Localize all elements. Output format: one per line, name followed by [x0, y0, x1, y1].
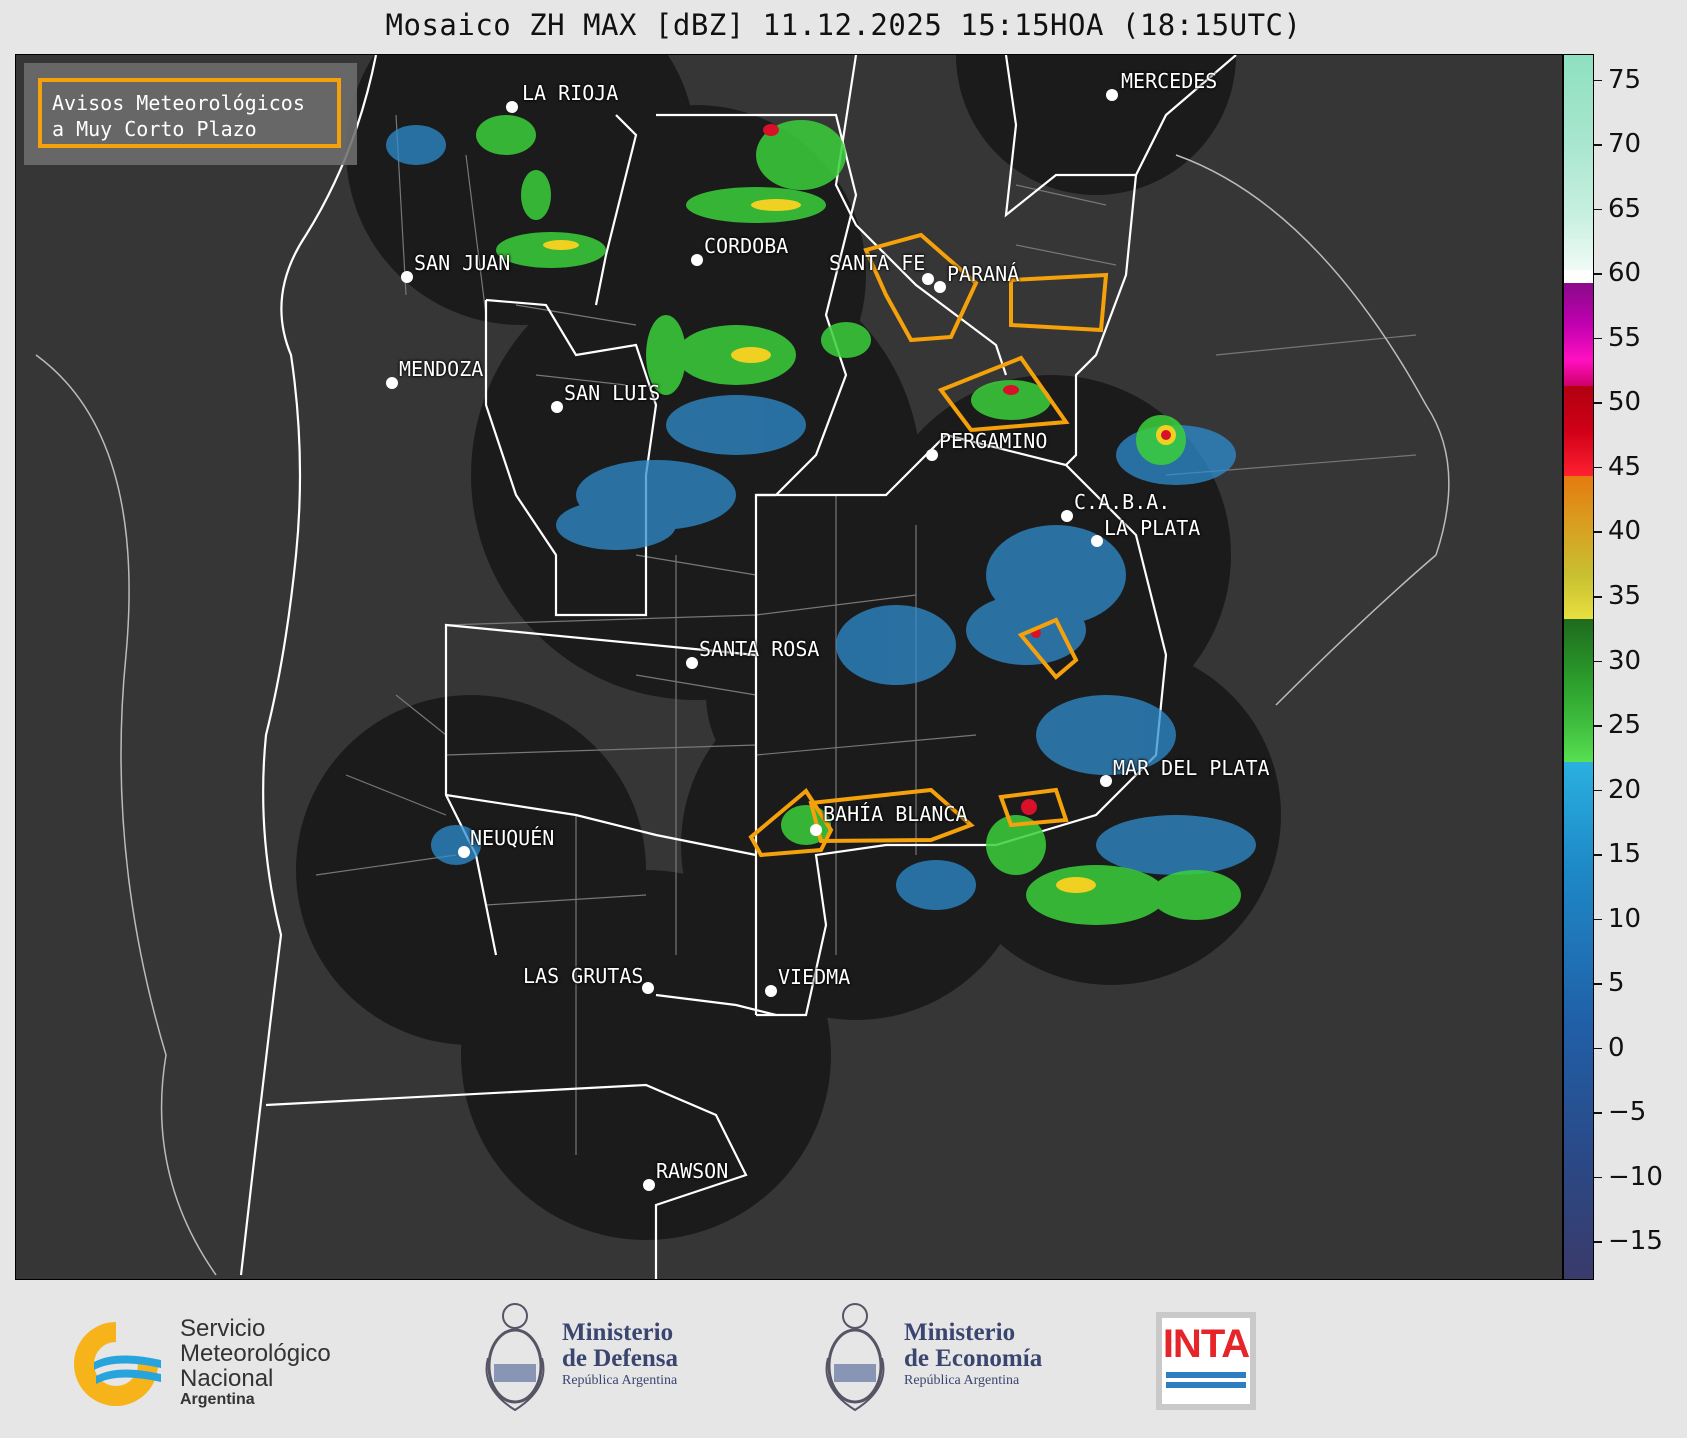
city-dot-santa-rosa	[686, 657, 698, 669]
colorbar-tick-label: 5	[1608, 968, 1625, 999]
city-label-neuquen: NEUQUÉN	[470, 826, 555, 850]
city-dot-cordoba	[691, 254, 703, 266]
city-dot-mendoza	[386, 377, 398, 389]
inta-text: INTA	[1162, 1322, 1250, 1366]
city-dot-caba	[1061, 510, 1073, 522]
defensa-line-2: de Defensa	[562, 1345, 678, 1372]
city-dot-las-grutas	[642, 982, 654, 994]
city-dot-rawson	[643, 1179, 655, 1191]
city-dot-neuquen	[458, 846, 470, 858]
colorbar-tick-label: 15	[1608, 839, 1642, 870]
city-label-caba: C.A.B.A.	[1074, 490, 1171, 514]
colorbar-tick-label: 45	[1608, 451, 1642, 482]
colorbar-ticks: 75 70 65 60 55 50 45 40 35 30 25 20 15 10 5 0 −5 −10 −15	[1594, 54, 1684, 1280]
colorbar-segment-50-60	[1564, 283, 1593, 386]
colorbar-tick-label: 0	[1608, 1032, 1625, 1063]
city-label-viedma: VIEDMA	[778, 965, 851, 989]
map-canvas	[35, 55, 1450, 1279]
city-label-mar-del-plata: MAR DEL PLATA	[1113, 756, 1270, 780]
city-dot-la-plata	[1091, 535, 1103, 547]
colorbar-tick-label: −10	[1608, 1161, 1663, 1192]
coat-of-arms-icon	[825, 1303, 885, 1412]
inta-stripe	[1166, 1382, 1246, 1388]
colorbar-tick-label: 40	[1608, 516, 1642, 547]
colorbar-tick-label: 55	[1608, 322, 1642, 353]
warning-legend: Avisos Meteorológicos a Muy Corto Plazo	[24, 63, 357, 165]
smn-line-4: Argentina	[180, 1391, 255, 1408]
smn-line-1: Servicio	[180, 1315, 266, 1342]
colorbar-tick-label: 75	[1608, 64, 1642, 95]
city-label-san-juan: SAN JUAN	[414, 251, 511, 275]
colorbar-segment-low	[1564, 762, 1593, 1279]
city-dot-parana	[934, 281, 946, 293]
dbz-colorbar	[1563, 54, 1594, 1280]
city-label-la-rioja: LA RIOJA	[522, 81, 619, 105]
city-label-san-luis: SAN LUIS	[564, 381, 661, 405]
smn-emblem-icon	[74, 1322, 161, 1406]
city-label-santa-fe: SANTA FE	[829, 251, 926, 275]
inta-stripe	[1166, 1372, 1246, 1378]
city-label-pergamino: PERGAMINO	[939, 429, 1048, 453]
colorbar-tick-label: 10	[1608, 903, 1642, 934]
city-label-mercedes: MERCEDES	[1121, 69, 1218, 93]
inta-logo-panel: INTA	[1162, 1318, 1250, 1404]
economia-logo: Ministerio de Economía República Argenti…	[820, 1298, 1080, 1418]
colorbar-tick-label: 50	[1608, 387, 1642, 418]
colorbar-tick-label: 65	[1608, 193, 1642, 224]
city-label-parana: PARANÁ	[947, 262, 1020, 286]
colorbar-tick-label: 35	[1608, 581, 1642, 612]
colorbar-segment-17-30	[1564, 619, 1593, 762]
smn-line-2: Meteorológico	[180, 1340, 331, 1367]
colorbar-tick-label: 20	[1608, 774, 1642, 805]
legend-line-1: Avisos Meteorológicos	[52, 91, 305, 115]
colorbar-tick-label: −5	[1608, 1097, 1647, 1128]
colorbar-tick-label: 25	[1608, 710, 1642, 741]
inta-logo: INTA	[1156, 1312, 1256, 1410]
defensa-logo: Ministerio de Defensa República Argentin…	[480, 1298, 720, 1418]
colorbar-tick-label: 70	[1608, 129, 1642, 160]
city-dot-viedma	[765, 985, 777, 997]
city-dot-mar-del-plata	[1100, 775, 1112, 787]
city-label-cordoba: CORDOBA	[704, 234, 789, 258]
city-dot-mercedes	[1106, 89, 1118, 101]
city-label-bahia-blanca: BAHÍA BLANCA	[823, 802, 968, 826]
colorbar-segment-60-77	[1564, 55, 1593, 270]
footer-logos: Servicio Meteorológico Nacional Argentin…	[0, 1280, 1687, 1438]
city-label-la-plata: LA PLATA	[1104, 516, 1201, 540]
city-label-las-grutas: LAS GRUTAS	[523, 964, 644, 988]
economia-line-2: de Economía	[904, 1345, 1043, 1372]
city-label-mendoza: MENDOZA	[399, 357, 484, 381]
coat-of-arms-icon	[485, 1303, 545, 1412]
economia-line-3: República Argentina	[904, 1373, 1020, 1388]
city-label-santa-rosa: SANTA ROSA	[699, 637, 820, 661]
colorbar-tick-label: 30	[1608, 645, 1642, 676]
city-dot-san-luis	[551, 401, 563, 413]
city-dot-pergamino	[926, 449, 938, 461]
colorbar-segment-white	[1564, 270, 1593, 283]
smn-line-3: Nacional	[180, 1365, 274, 1392]
colorbar-tick-label: −15	[1608, 1226, 1663, 1257]
radar-map[interactable]: Avisos Meteorológicos a Muy Corto Plazo …	[15, 54, 1563, 1280]
colorbar-segment-30-40	[1564, 476, 1593, 619]
economia-line-1: Ministerio	[904, 1319, 1016, 1346]
defensa-line-1: Ministerio	[562, 1319, 674, 1346]
map-title: Mosaico ZH MAX [dBZ] 11.12.2025 15:15HOA…	[385, 8, 1302, 42]
city-dot-la-rioja	[506, 101, 518, 113]
colorbar-tick-label: 60	[1608, 258, 1642, 289]
defensa-line-3: República Argentina	[562, 1373, 678, 1388]
city-dot-bahia-blanca	[810, 824, 822, 836]
smn-logo: Servicio Meteorológico Nacional Argentin…	[66, 1308, 376, 1408]
city-label-rawson: RAWSON	[656, 1159, 729, 1183]
legend-line-2: a Muy Corto Plazo	[52, 117, 257, 141]
warning-legend-frame: Avisos Meteorológicos a Muy Corto Plazo	[38, 78, 341, 148]
city-dot-san-juan	[401, 271, 413, 283]
colorbar-segment-40-50	[1564, 386, 1593, 476]
